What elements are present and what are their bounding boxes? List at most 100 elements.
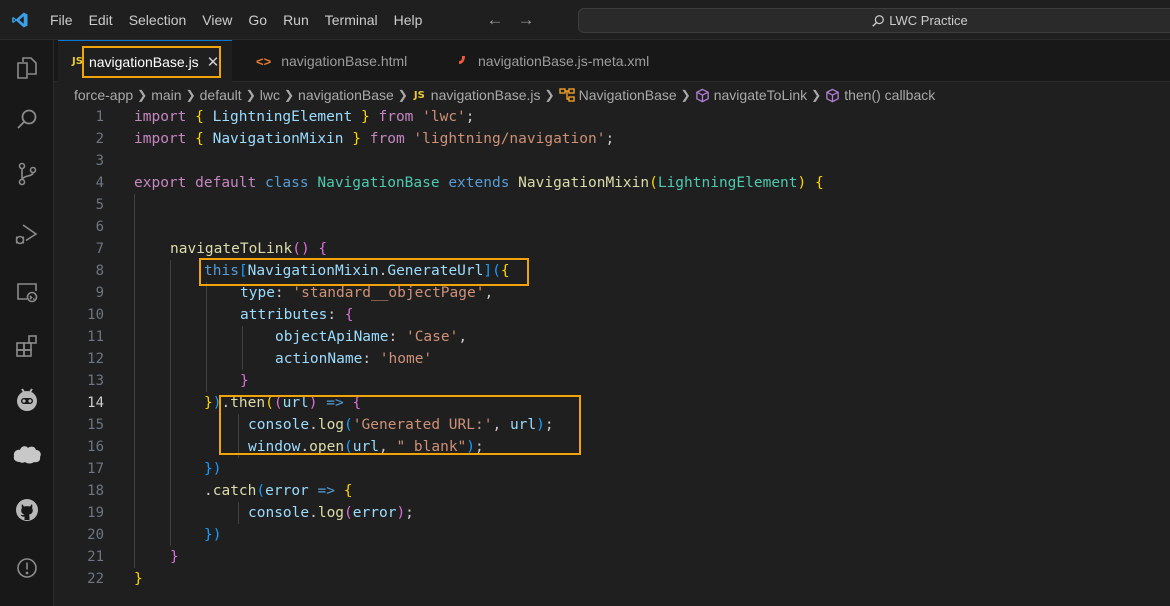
chevron-right-icon: ❯: [397, 88, 408, 102]
breadcrumb-item[interactable]: navigateToLink: [714, 87, 807, 103]
forward-arrow-icon[interactable]: →: [517, 10, 534, 30]
highlight-generateurl-call: [199, 258, 529, 286]
line-number: 9: [95, 285, 104, 301]
menu-bar: File Edit Selection View Go Run Terminal…: [40, 0, 430, 40]
code-line: }: [134, 571, 143, 587]
indent-guide: [206, 282, 207, 392]
line-number: 22: [87, 571, 104, 587]
line-number-current: 14: [87, 395, 104, 411]
menu-terminal[interactable]: Terminal: [317, 0, 386, 40]
chevron-right-icon: ❯: [283, 88, 295, 102]
chevron-right-icon: ❯: [811, 88, 822, 102]
indent-guide: [134, 194, 135, 568]
indent-guide: [242, 326, 243, 370]
method-symbol-icon: [695, 88, 710, 103]
search-icon: [872, 14, 885, 27]
highlight-active-tab: [82, 46, 221, 78]
problems-icon[interactable]: [0, 544, 54, 592]
github-icon[interactable]: [0, 486, 54, 534]
line-number: 6: [95, 219, 104, 235]
menu-help[interactable]: Help: [386, 0, 431, 40]
breadcrumb-item[interactable]: main: [151, 87, 181, 103]
chevron-right-icon: ❯: [185, 88, 196, 102]
editor-tab-bar: JS navigationBase.js ✕ <> navigationBase…: [54, 40, 1170, 82]
vscode-logo-icon: [0, 0, 40, 40]
javascript-file-icon: JS: [413, 89, 425, 101]
tab-navigationbase-meta-xml[interactable]: navigationBase.js-meta.xml: [434, 40, 694, 82]
html-file-icon: <>: [256, 53, 272, 69]
menu-edit[interactable]: Edit: [81, 0, 121, 40]
tab-navigationbase-html[interactable]: <> navigationBase.html: [232, 40, 432, 82]
line-number: 18: [87, 483, 104, 499]
line-number: 19: [87, 505, 104, 521]
tab-label: navigationBase.html: [281, 53, 408, 69]
source-control-icon[interactable]: [0, 150, 54, 198]
back-arrow-icon[interactable]: ←: [486, 10, 503, 30]
code-line: .catch(error => {: [204, 483, 353, 499]
code-line: }: [170, 549, 179, 565]
line-number: 20: [87, 527, 104, 543]
chevron-right-icon: ❯: [245, 88, 256, 102]
function-symbol-icon: [825, 88, 840, 103]
code-line: navigateToLink() {: [170, 241, 328, 257]
class-symbol-icon: [558, 88, 575, 102]
code-editor[interactable]: 1 2 3 4 5 6 7 8 9 10 11 12 13 14 15 16 1…: [54, 106, 1170, 606]
chevron-right-icon: ❯: [137, 88, 148, 102]
indent-guide: [238, 502, 239, 524]
menu-file[interactable]: File: [40, 0, 81, 40]
copilot-icon[interactable]: [0, 376, 54, 424]
code-line: attributes: {: [240, 307, 354, 323]
salesforce-file-icon: [458, 54, 468, 68]
breadcrumb-item[interactable]: NavigationBase: [579, 87, 677, 103]
indent-guide: [170, 260, 171, 546]
search-icon[interactable]: [0, 96, 54, 144]
breadcrumb-item[interactable]: default: [200, 87, 242, 103]
line-number: 17: [87, 461, 104, 477]
breadcrumb-item[interactable]: then() callback: [844, 87, 935, 103]
line-number: 11: [87, 329, 104, 345]
code-line: }): [204, 527, 222, 543]
chevron-right-icon: ❯: [680, 88, 691, 102]
menu-selection[interactable]: Selection: [121, 0, 195, 40]
breadcrumb-item[interactable]: navigationBase: [298, 87, 394, 103]
menu-view[interactable]: View: [194, 0, 240, 40]
breadcrumb-item[interactable]: navigationBase.js: [431, 87, 541, 103]
line-number: 10: [87, 307, 104, 323]
code-line: }: [240, 373, 249, 389]
line-number: 13: [87, 373, 104, 389]
code-line: objectApiName: 'Case',: [275, 329, 468, 345]
line-number: 12: [87, 351, 104, 367]
line-number: 15: [87, 417, 104, 433]
code-line: import { NavigationMixin } from 'lightni…: [134, 131, 615, 147]
salesforce-icon[interactable]: [0, 430, 54, 478]
activity-bar: [0, 40, 54, 606]
code-line: import { LightningElement } from 'lwc';: [134, 109, 475, 125]
history-navigation: ← →: [486, 10, 534, 30]
line-number: 8: [95, 263, 104, 279]
extensions-icon[interactable]: [0, 322, 54, 370]
line-number: 1: [95, 109, 104, 125]
code-line: export default class NavigationBase exte…: [134, 175, 824, 191]
menu-run[interactable]: Run: [275, 0, 317, 40]
line-number: 7: [95, 241, 104, 257]
line-number: 2: [95, 131, 104, 147]
title-bar: File Edit Selection View Go Run Terminal…: [0, 0, 1170, 40]
code-line: }): [204, 461, 222, 477]
menu-go[interactable]: Go: [240, 0, 275, 40]
line-number: 5: [95, 197, 104, 213]
line-number: 3: [95, 153, 104, 169]
breadcrumb: force-app ❯ main ❯ default ❯ lwc ❯ navig…: [74, 82, 935, 108]
code-line: actionName: 'home': [275, 351, 433, 367]
breadcrumb-item[interactable]: lwc: [260, 87, 280, 103]
line-number: 4: [95, 175, 104, 191]
chevron-right-icon: ❯: [544, 88, 555, 102]
line-number: 21: [87, 549, 104, 565]
command-center-search[interactable]: LWC Practice: [578, 8, 1170, 33]
explorer-icon[interactable]: [0, 44, 54, 92]
line-number: 16: [87, 439, 104, 455]
highlight-then-callback: [219, 395, 581, 455]
search-label: LWC Practice: [889, 13, 968, 28]
remote-explorer-icon[interactable]: [0, 268, 54, 316]
run-debug-icon[interactable]: [0, 210, 54, 258]
breadcrumb-item[interactable]: force-app: [74, 87, 133, 103]
